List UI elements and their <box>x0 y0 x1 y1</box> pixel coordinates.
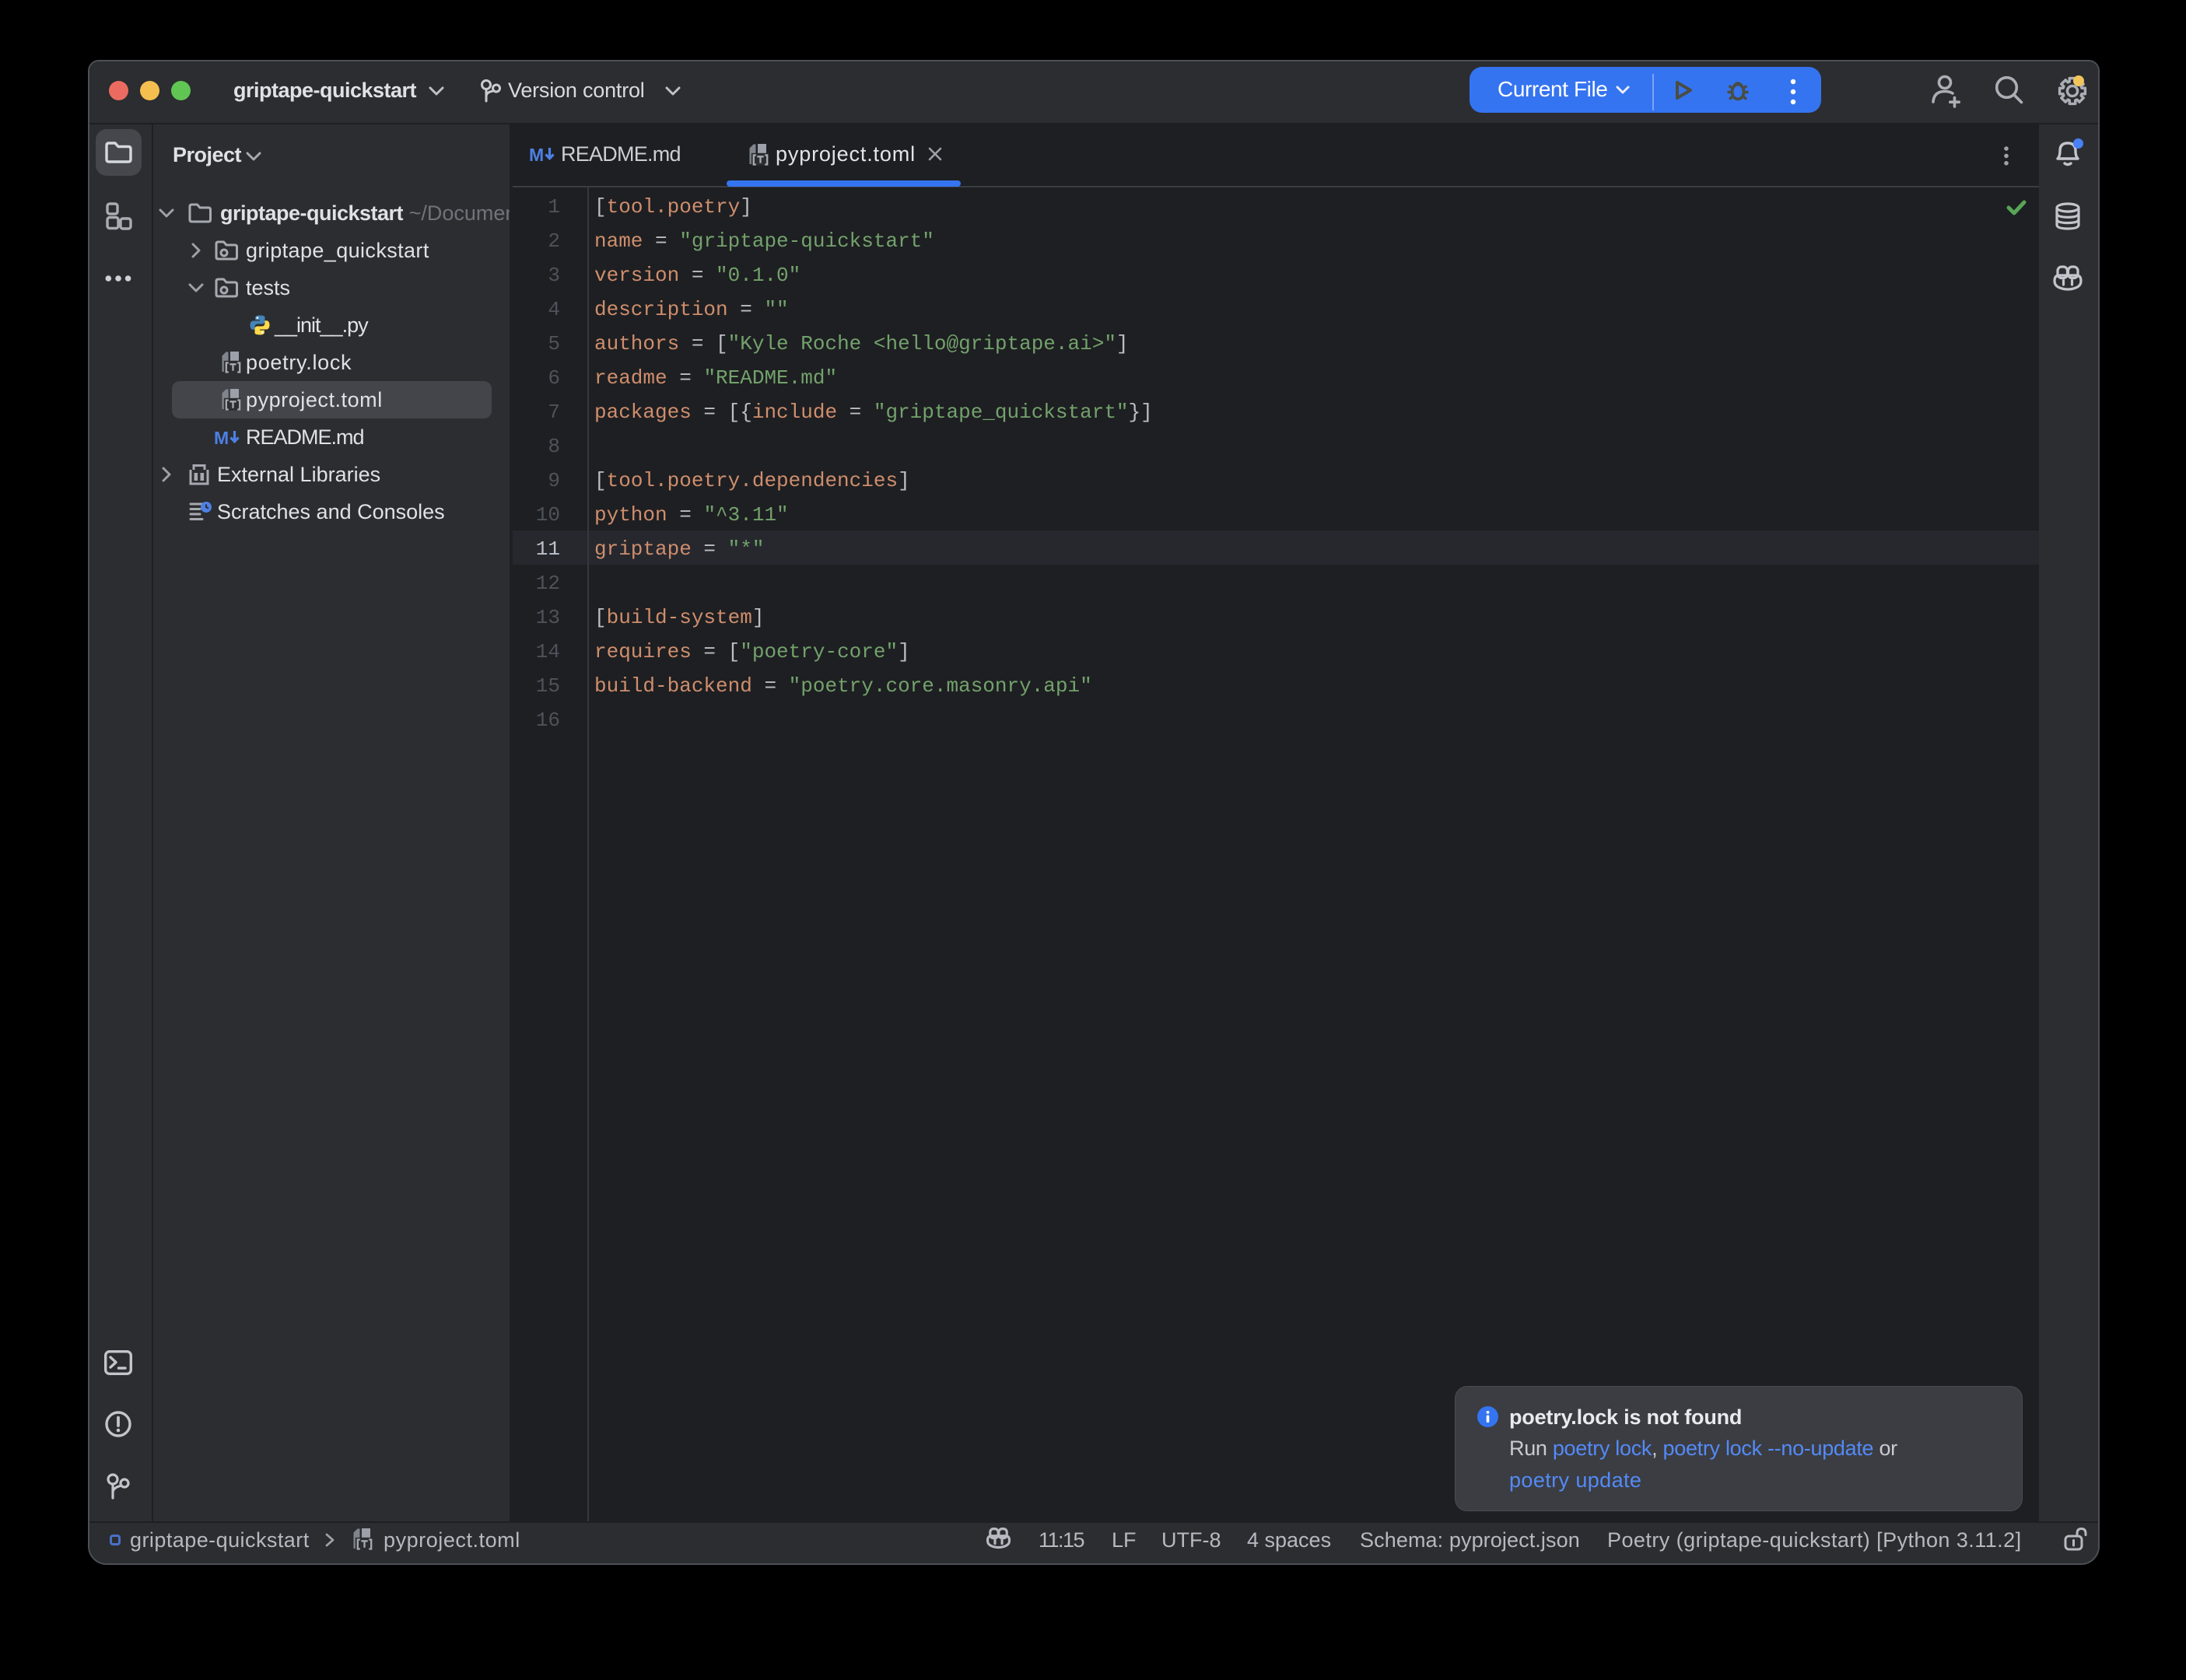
svg-text:M: M <box>529 145 544 165</box>
svg-text:M: M <box>214 428 229 448</box>
